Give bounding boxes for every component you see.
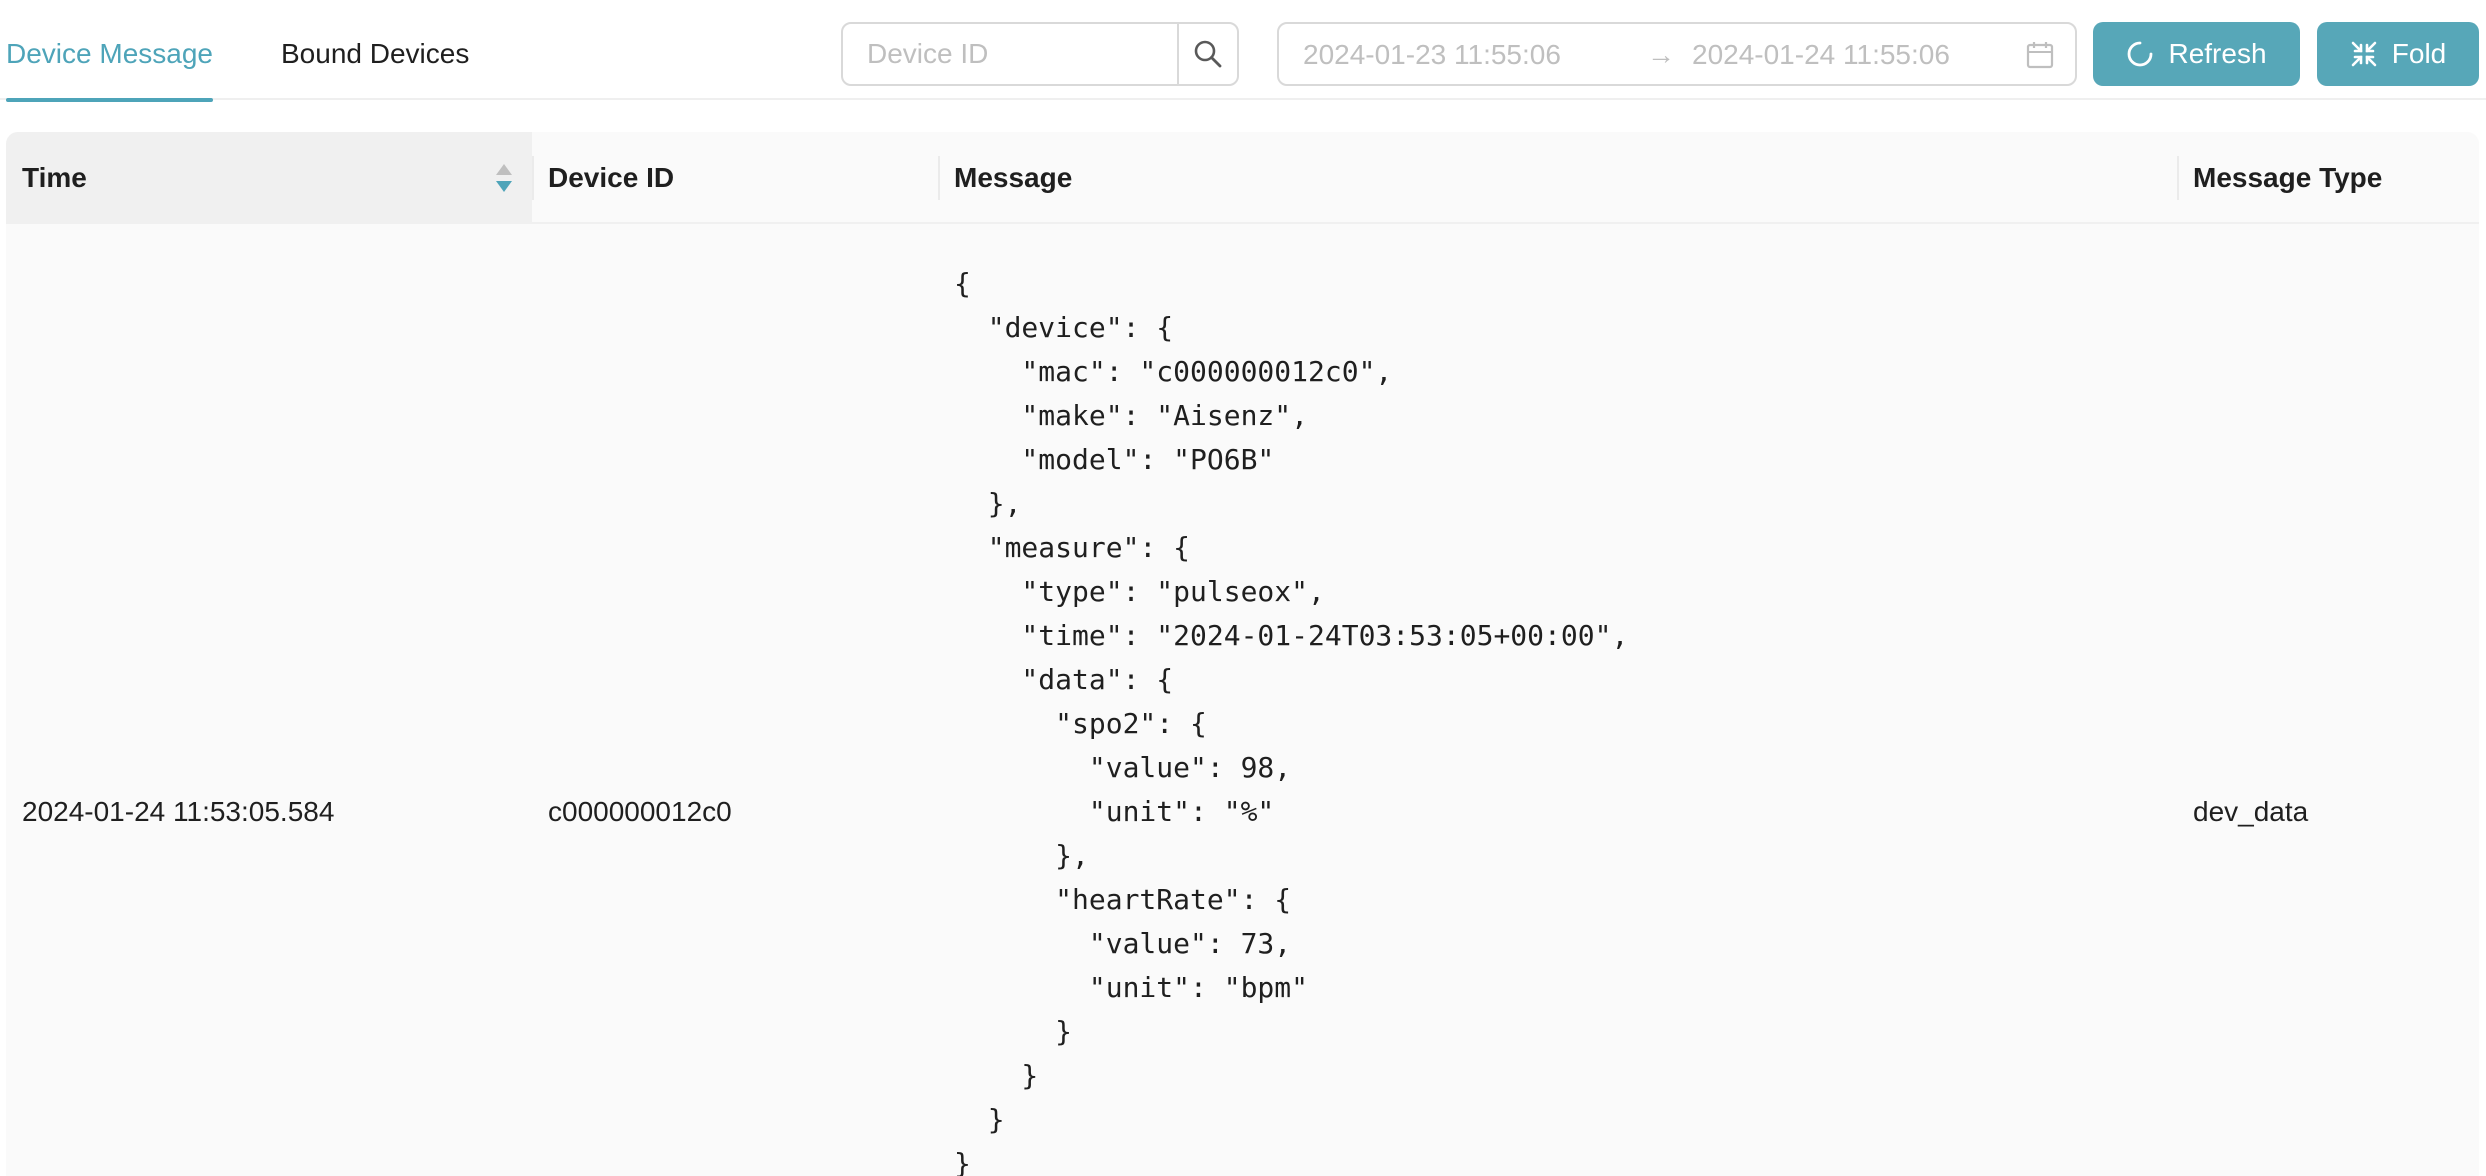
column-header-time-label: Time: [22, 162, 87, 193]
calendar-icon[interactable]: [2025, 40, 2055, 70]
top-toolbar: Device Message Bound Devices 2024-01-23 …: [0, 0, 2486, 102]
column-header-message: Message: [954, 162, 1073, 193]
fold-button[interactable]: Fold: [2317, 22, 2479, 86]
date-range-picker: 2024-01-23 11:55:06 → 2024-01-24 11:55:0…: [1277, 22, 2077, 86]
fold-label: Fold: [2391, 38, 2447, 69]
tab-bound-devices[interactable]: Bound Devices: [281, 0, 469, 100]
cell-device-id: c000000012c0: [548, 796, 732, 827]
table-header: Time Device ID Message Message Type: [6, 132, 2479, 224]
device-id-search-input[interactable]: [843, 24, 1177, 84]
compress-icon: [2351, 41, 2377, 67]
search-button[interactable]: [1177, 24, 1237, 84]
table-row[interactable]: 2024-01-24 11:53:05.584 c000000012c0 { "…: [6, 226, 2479, 1176]
column-divider: [938, 156, 940, 200]
range-separator-icon: →: [1647, 39, 1675, 70]
column-header-message-type: Message Type: [2193, 162, 2383, 193]
cell-message-type: dev_data: [2193, 796, 2309, 827]
column-header-device-id: Device ID: [548, 162, 675, 193]
column-divider: [532, 156, 534, 200]
range-start-input[interactable]: 2024-01-23 11:55:06: [1303, 24, 1561, 86]
cell-time: 2024-01-24 11:53:05.584: [22, 796, 335, 827]
refresh-label: Refresh: [2168, 38, 2267, 69]
device-message-table: Time Device ID Message Message Type 2024…: [6, 132, 2479, 1176]
column-divider: [2177, 156, 2179, 200]
column-header-time[interactable]: Time: [6, 132, 532, 224]
refresh-button[interactable]: Refresh: [2093, 22, 2300, 86]
sort-icon[interactable]: [494, 162, 514, 194]
refresh-icon: [2128, 41, 2153, 67]
search-icon: [1194, 40, 1222, 68]
tab-device-message[interactable]: Device Message: [6, 0, 213, 102]
device-search: [841, 22, 1239, 86]
cell-message-json: { "device": { "mac": "c000000012c0", "ma…: [954, 267, 1629, 1176]
range-end-input[interactable]: 2024-01-24 11:55:06: [1692, 24, 1950, 86]
